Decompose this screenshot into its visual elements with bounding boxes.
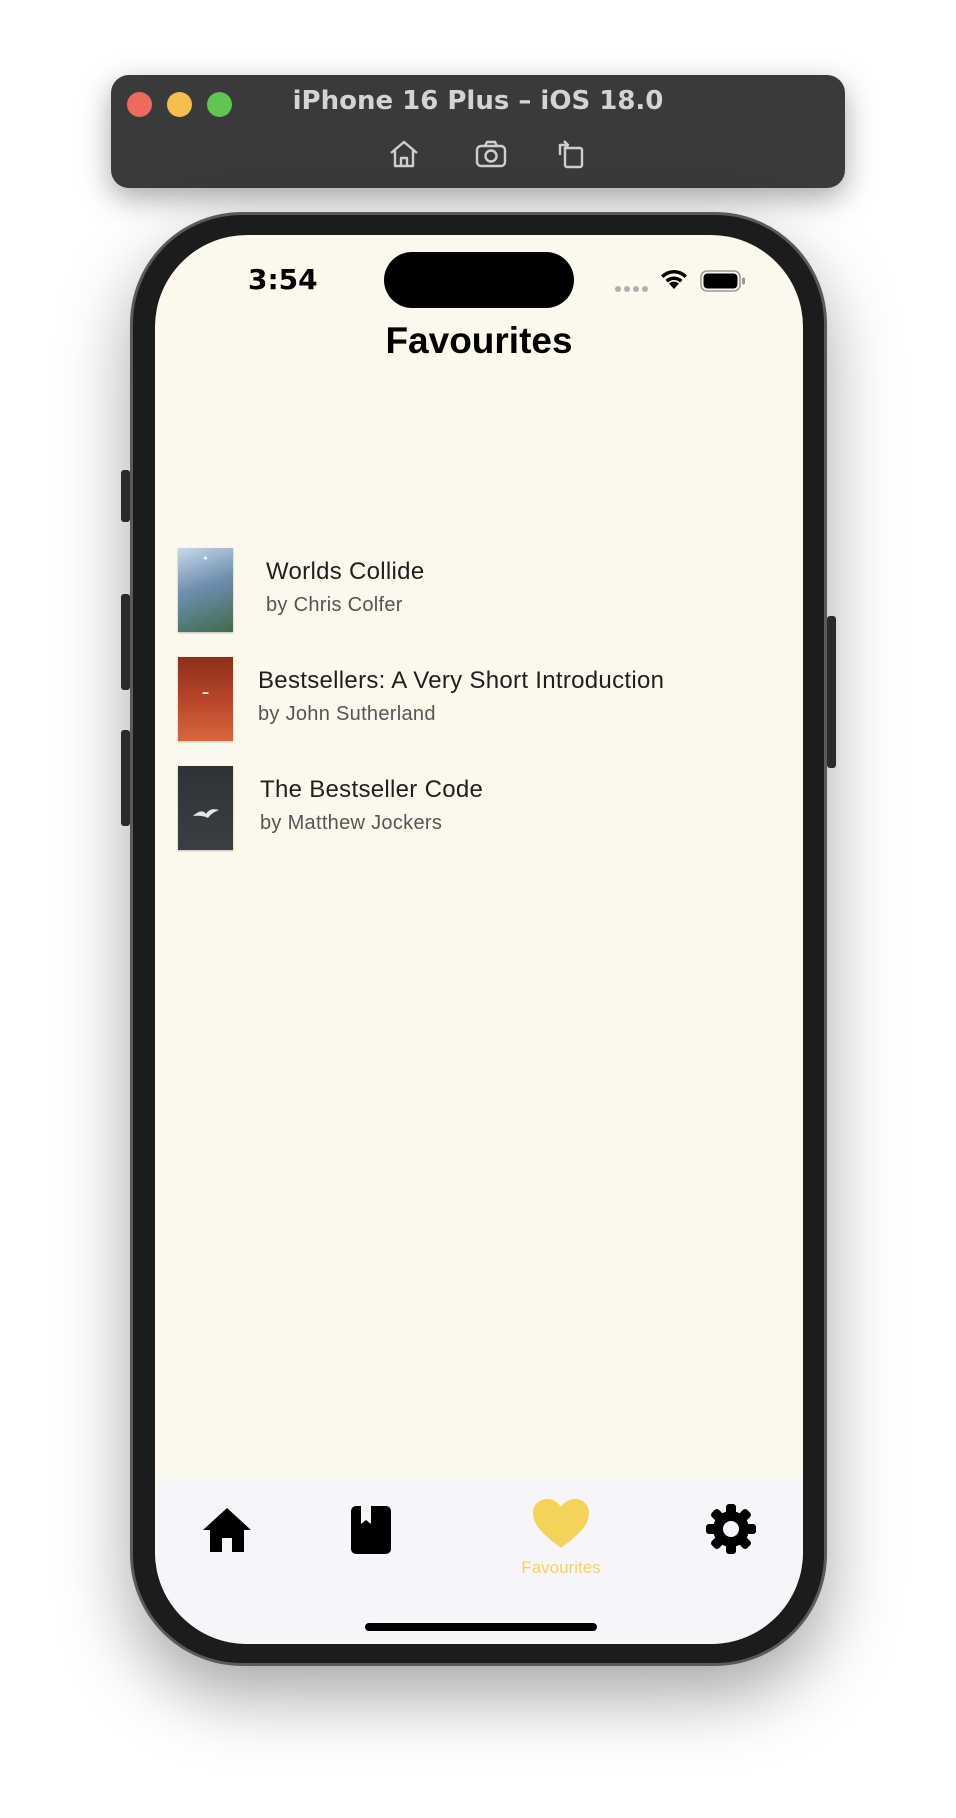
home-icon[interactable] — [201, 1506, 253, 1554]
simulator-title: iPhone 16 Plus – iOS 18.0 — [292, 86, 664, 116]
bottom-tab-bar: Favourites — [155, 1478, 803, 1644]
book-author: by Matthew Jockers — [260, 812, 443, 834]
cellular-signal-icon — [615, 279, 651, 297]
status-time: 3:54 — [248, 263, 318, 296]
book-title: The Bestseller Code — [260, 776, 484, 803]
book-author: by John Sutherland — [258, 703, 436, 725]
book-icon[interactable] — [349, 1504, 393, 1556]
bird-icon — [193, 809, 219, 818]
power-button — [827, 616, 836, 768]
book-cover — [178, 766, 233, 850]
battery-icon — [700, 270, 745, 292]
heart-icon[interactable] — [531, 1498, 591, 1550]
action-button — [121, 470, 130, 522]
book-title: Worlds Collide — [266, 558, 425, 585]
home-indicator — [365, 1623, 597, 1631]
screenshot-icon[interactable] — [474, 137, 508, 171]
favourite-book-item[interactable]: ▬ Bestsellers: A Very Short Introduction… — [178, 657, 778, 747]
favourite-book-item[interactable]: The Bestseller Code by Matthew Jockers — [178, 766, 778, 856]
volume-down-button — [121, 730, 130, 826]
book-cover: ✦ — [178, 548, 233, 632]
book-title: Bestsellers: A Very Short Introduction — [258, 667, 665, 694]
volume-up-button — [121, 594, 130, 690]
home-icon[interactable] — [387, 137, 421, 171]
wifi-icon — [661, 269, 687, 289]
favourite-book-item[interactable]: ✦ Worlds Collide by Chris Colfer — [178, 548, 778, 638]
book-author: by Chris Colfer — [266, 594, 403, 616]
tab-favourites-label[interactable]: Favourites — [501, 1558, 621, 1578]
gear-icon[interactable] — [705, 1503, 757, 1555]
page-title: Favourites — [385, 320, 573, 361]
rotate-icon[interactable] — [554, 137, 588, 171]
dynamic-island — [384, 252, 574, 308]
app-screen: 3:54 Favourites ✦ Worlds Collide by Chri… — [155, 235, 803, 1644]
book-cover: ▬ — [178, 657, 233, 741]
